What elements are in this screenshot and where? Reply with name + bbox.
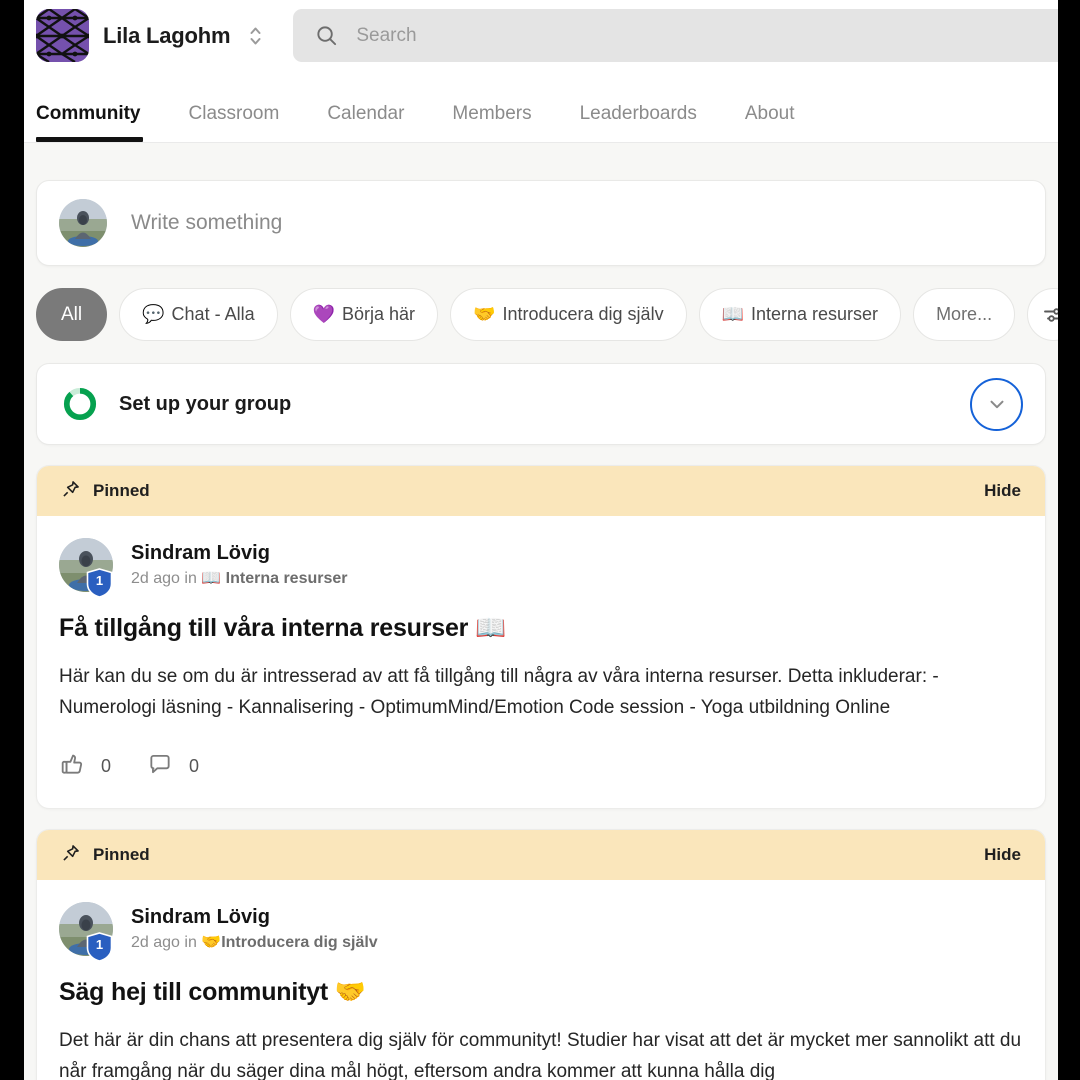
post-title[interactable]: Få tillgång till våra interna resurser 📖: [59, 614, 1023, 643]
chip-label: Börja här: [342, 304, 416, 324]
post-body: 1 Sindram Lövig 2d ago in 🤝Introducera d…: [37, 880, 1045, 1080]
pinned-left: Pinned: [61, 479, 150, 504]
post-card: Pinned Hide: [36, 829, 1046, 1080]
avatar[interactable]: 1: [59, 902, 113, 962]
chip-borja-har[interactable]: 💜 Börja här: [289, 288, 439, 341]
post-author[interactable]: Sindram Lövig: [131, 906, 378, 929]
chip-label: Introducera dig själv: [502, 304, 664, 324]
main-nav: Community Classroom Calendar Members Lea…: [24, 71, 1058, 143]
post-meta-column: Sindram Lövig 2d ago in 🤝Introducera dig…: [131, 906, 378, 952]
comment-button[interactable]: 0: [147, 751, 199, 782]
chip-label: Interna resurser: [751, 304, 879, 324]
setup-card-title: Set up your group: [119, 392, 292, 415]
composer-placeholder: Write something: [131, 211, 283, 234]
search-input[interactable]: [356, 24, 1058, 47]
post-meta: 2d ago in 📖 Interna resurser: [131, 568, 348, 588]
post-time: 2d ago in: [131, 934, 202, 951]
level-badge: 1: [86, 568, 113, 598]
main-content: Write something All 💬 Chat - Alla 💜 Börj…: [24, 180, 1058, 1080]
setup-group-card[interactable]: Set up your group: [36, 363, 1046, 445]
post-time: 2d ago in: [131, 570, 202, 587]
post-header: 1 Sindram Lövig 2d ago in 📖 Interna resu…: [59, 538, 1023, 598]
post-text: Det här är din chans att presentera dig …: [59, 1030, 1022, 1080]
handshake-icon: 🤝: [473, 304, 496, 324]
category-filter-chips: All 💬 Chat - Alla 💜 Börja här 🤝 Introduc…: [36, 288, 1058, 341]
progress-ring-icon: [63, 387, 97, 421]
pin-icon: [61, 479, 81, 504]
sliders-filter-icon[interactable]: [1027, 288, 1058, 341]
pinned-left: Pinned: [61, 843, 150, 868]
post-category[interactable]: Interna resurser: [226, 570, 348, 587]
setup-left: Set up your group: [63, 387, 291, 421]
search-icon: [315, 24, 338, 47]
chip-all[interactable]: All: [36, 288, 108, 341]
chevron-up-down-icon[interactable]: [242, 18, 268, 54]
chip-chat-alla[interactable]: 💬 Chat - Alla: [119, 288, 278, 341]
post-category[interactable]: Introducera dig själv: [221, 934, 377, 951]
post-meta: 2d ago in 🤝Introducera dig själv: [131, 932, 378, 952]
tab-members[interactable]: Members: [428, 103, 555, 142]
like-button[interactable]: 0: [59, 751, 111, 782]
level-number: 1: [95, 937, 104, 952]
post-body: 1 Sindram Lövig 2d ago in 📖 Interna resu…: [37, 516, 1045, 808]
brand[interactable]: Lila Lagohm: [36, 9, 231, 62]
purple-heart-icon: 💜: [312, 304, 336, 324]
tab-community[interactable]: Community: [36, 103, 165, 142]
post-actions: 0 0: [59, 751, 1023, 782]
level-number: 1: [95, 573, 104, 588]
tab-classroom[interactable]: Classroom: [165, 103, 304, 142]
app-viewport: Lila Lagohm Community Classroom Calendar…: [24, 0, 1058, 1080]
tab-calendar[interactable]: Calendar: [303, 103, 428, 142]
pinned-banner: Pinned Hide: [37, 830, 1045, 880]
hide-button[interactable]: Hide: [984, 481, 1021, 501]
post-header: 1 Sindram Lövig 2d ago in 🤝Introducera d…: [59, 902, 1023, 962]
chevron-down-icon[interactable]: [970, 377, 1023, 431]
post-author[interactable]: Sindram Lövig: [131, 542, 348, 565]
chip-more[interactable]: More...: [913, 288, 1016, 341]
pinned-label: Pinned: [93, 845, 150, 864]
pinned-label: Pinned: [93, 481, 150, 500]
thumbs-up-icon: [59, 751, 85, 782]
geometric-pattern-logo-icon: [36, 9, 89, 62]
open-book-icon: 📖: [201, 570, 222, 587]
post-meta-column: Sindram Lövig 2d ago in 📖 Interna resurs…: [131, 542, 348, 588]
open-book-icon: 📖: [721, 304, 744, 324]
comment-count: 0: [189, 756, 200, 776]
like-count: 0: [101, 756, 112, 776]
chip-label: Chat - Alla: [171, 304, 255, 324]
tab-about[interactable]: About: [721, 103, 819, 142]
post-card: Pinned Hide: [36, 465, 1046, 809]
avatar: [59, 199, 107, 247]
level-badge: 1: [86, 932, 113, 962]
chip-introducera-dig-sjalv[interactable]: 🤝 Introducera dig själv: [450, 288, 687, 341]
tab-leaderboards[interactable]: Leaderboards: [556, 103, 721, 142]
speech-bubble-icon: 💬: [142, 304, 165, 324]
post-title[interactable]: Säg hej till communityt 🤝: [59, 978, 1023, 1007]
comment-bubble-icon: [147, 751, 173, 782]
pinned-banner: Pinned Hide: [37, 466, 1045, 516]
handshake-icon: 🤝: [201, 934, 222, 951]
post-composer[interactable]: Write something: [36, 180, 1046, 266]
search-bar[interactable]: [293, 9, 1058, 62]
brand-name: Lila Lagohm: [103, 22, 231, 48]
app-header: Lila Lagohm: [24, 0, 1058, 71]
chip-interna-resurser[interactable]: 📖 Interna resurser: [698, 288, 902, 341]
post-text: Här kan du se om du är intresserad av at…: [59, 666, 939, 718]
pin-icon: [61, 843, 81, 868]
hide-button[interactable]: Hide: [984, 845, 1021, 865]
avatar[interactable]: 1: [59, 538, 113, 598]
